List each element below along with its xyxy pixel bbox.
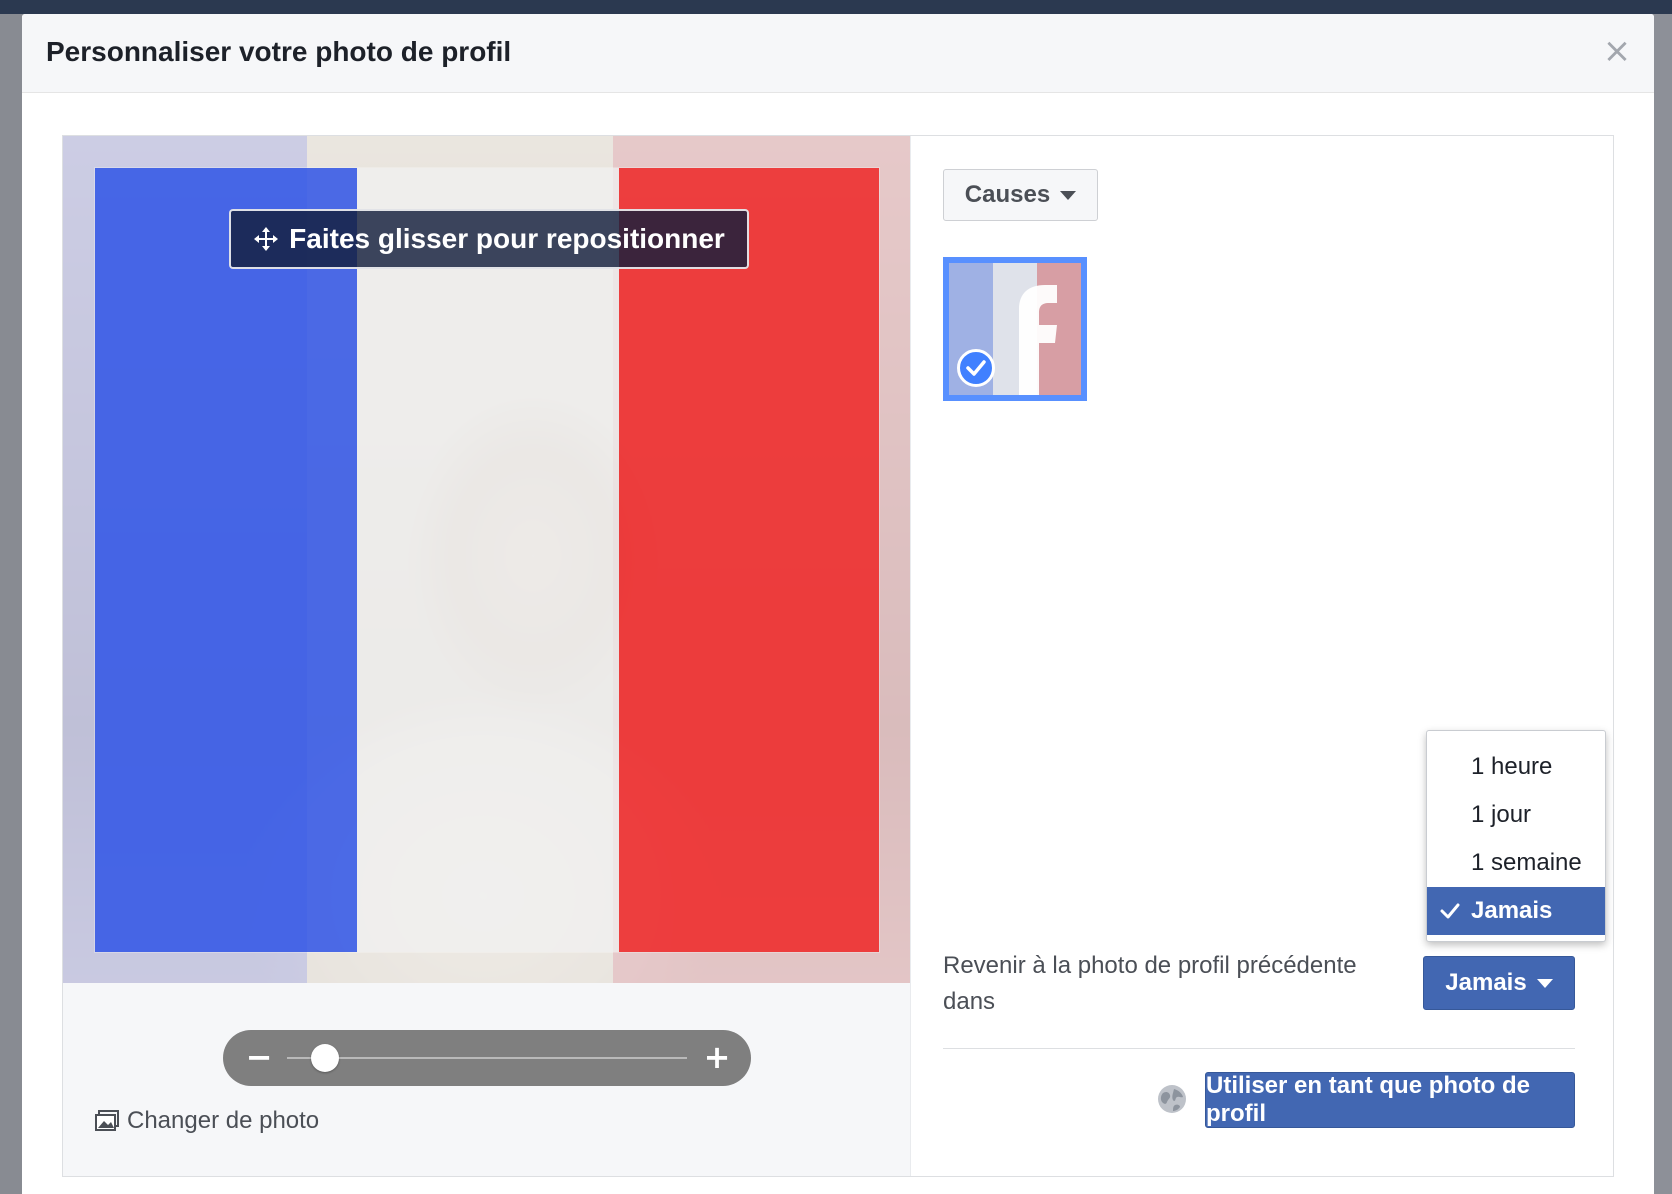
- menu-item-1-heure[interactable]: 1 heure: [1427, 743, 1605, 791]
- menu-item-label: 1 semaine: [1471, 849, 1582, 876]
- divider: [943, 1048, 1575, 1049]
- globe-icon: [1157, 1084, 1187, 1114]
- category-label: Causes: [964, 181, 1051, 208]
- france-flag-frame-thumbnail[interactable]: [943, 257, 1087, 401]
- page-scrollbar[interactable]: [1652, 14, 1672, 1194]
- photos-icon: [95, 1110, 119, 1132]
- close-button[interactable]: ×: [1600, 34, 1634, 68]
- revert-duration-dropdown[interactable]: Jamais: [1423, 956, 1575, 1010]
- caret-down-icon: [1060, 190, 1077, 200]
- selected-check-icon: [957, 349, 995, 387]
- top-nav-bar: [0, 0, 1672, 14]
- frame-options-pane: Causes Revenir à la photo de profil préc…: [911, 136, 1613, 1176]
- change-photo-link[interactable]: Changer de photo: [95, 1104, 319, 1138]
- revert-selected-label: Jamais: [1445, 969, 1527, 996]
- photo-editor-pane: Faites glisser pour repositionner − + Ch: [63, 136, 911, 1176]
- menu-item-jamais[interactable]: Jamais: [1427, 887, 1605, 935]
- drag-to-reposition-hint: Faites glisser pour repositionner: [229, 209, 749, 269]
- menu-item-1-jour[interactable]: 1 jour: [1427, 791, 1605, 839]
- photo-crop-area[interactable]: Faites glisser pour repositionner: [63, 136, 910, 983]
- menu-item-label: Jamais: [1471, 897, 1553, 924]
- move-arrows-icon: [253, 226, 279, 252]
- checkmark-icon: [1439, 887, 1461, 935]
- change-photo-label: Changer de photo: [127, 1107, 320, 1134]
- menu-item-label: 1 heure: [1471, 753, 1553, 780]
- revert-duration-menu: 1 heure 1 jour 1 semaine Jamais: [1426, 730, 1606, 942]
- reposition-label: Faites glisser pour repositionner: [289, 223, 725, 254]
- zoom-in-button[interactable]: +: [699, 1039, 735, 1075]
- zoom-handle[interactable]: [311, 1044, 339, 1072]
- crop-frame: [95, 168, 879, 952]
- zoom-track[interactable]: [287, 1057, 687, 1059]
- menu-item-1-semaine[interactable]: 1 semaine: [1427, 839, 1605, 887]
- menu-item-label: 1 jour: [1471, 801, 1532, 828]
- dialog-title: Personnaliser votre photo de profil: [46, 36, 512, 67]
- zoom-out-button[interactable]: −: [241, 1039, 277, 1075]
- dialog-body: Faites glisser pour repositionner − + Ch: [62, 135, 1614, 1177]
- zoom-slider[interactable]: − +: [223, 1030, 751, 1086]
- customize-profile-photo-dialog: Personnaliser votre photo de profil × Fa…: [22, 14, 1654, 1194]
- use-as-profile-photo-button[interactable]: Utiliser en tant que photo de profil: [1205, 1072, 1575, 1128]
- category-dropdown-button[interactable]: Causes: [943, 169, 1098, 221]
- caret-down-icon: [1536, 978, 1553, 988]
- revert-description: Revenir à la photo de profil précédente …: [943, 952, 1357, 1015]
- dialog-header: Personnaliser votre photo de profil ×: [22, 14, 1654, 93]
